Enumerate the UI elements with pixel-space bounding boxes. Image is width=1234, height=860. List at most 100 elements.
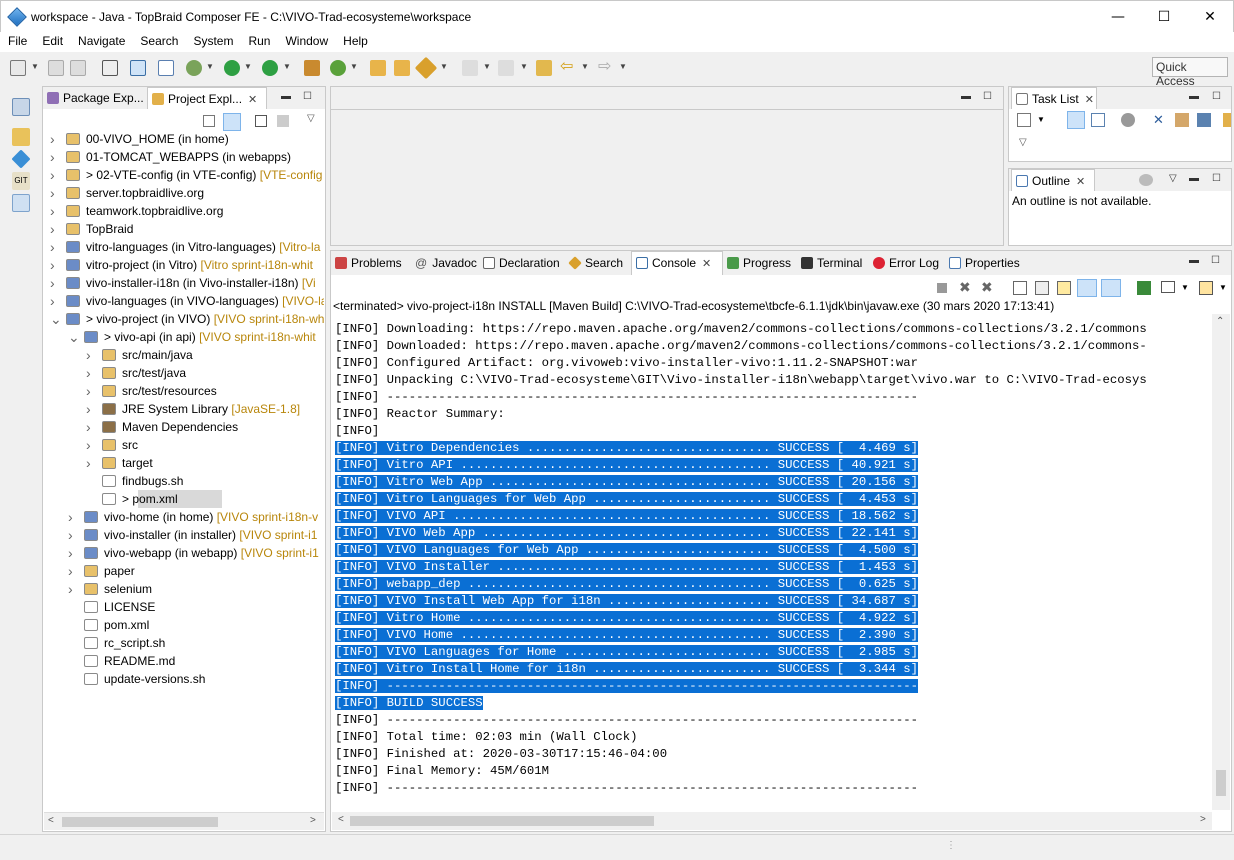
tab-task-list[interactable]: Task List ✕ bbox=[1011, 87, 1097, 109]
chevron-right-icon[interactable]: › bbox=[68, 562, 78, 580]
tab-problems[interactable]: Problems bbox=[335, 252, 402, 274]
collapse-all-icon[interactable] bbox=[203, 115, 215, 127]
scrollbar-thumb[interactable] bbox=[350, 816, 654, 826]
pencil-icon[interactable] bbox=[414, 56, 438, 80]
open-folder-icon[interactable] bbox=[394, 60, 410, 76]
console-view-icon[interactable] bbox=[130, 60, 146, 76]
maximize-view-icon[interactable]: ☐ bbox=[1212, 91, 1221, 102]
minimize-view-icon[interactable]: ▬ bbox=[281, 91, 291, 102]
terminate-icon[interactable] bbox=[937, 283, 947, 293]
chevron-right-icon[interactable]: › bbox=[68, 580, 78, 598]
chevron-right-icon[interactable]: › bbox=[50, 256, 60, 274]
chevron-right-icon[interactable]: › bbox=[50, 130, 60, 148]
tree-item[interactable]: > pom.xml bbox=[102, 490, 222, 508]
tab-package-explorer[interactable]: Package Exp... bbox=[47, 87, 145, 109]
forward-arrow-icon[interactable]: ⇨ bbox=[598, 59, 614, 76]
hide-completed-icon[interactable]: ✕ bbox=[1153, 113, 1167, 127]
focus-icon[interactable] bbox=[1139, 174, 1153, 186]
collapse-icon[interactable] bbox=[1175, 113, 1189, 127]
tree-item[interactable]: README.md bbox=[44, 652, 324, 670]
menu-navigate[interactable]: Navigate bbox=[70, 32, 132, 48]
chevron-right-icon[interactable]: › bbox=[50, 148, 60, 166]
display-selected-console-icon[interactable] bbox=[1161, 281, 1175, 293]
tree-item[interactable]: › vitro-languages (in Vitro-languages) [V… bbox=[44, 238, 324, 256]
editor-maximize-icon[interactable]: ☐ bbox=[983, 91, 992, 102]
tree-item[interactable]: › Maven Dependencies bbox=[44, 418, 324, 436]
tree-item[interactable]: › TopBraid bbox=[44, 220, 324, 238]
remove-all-terminated-icon[interactable]: ✖ bbox=[981, 279, 993, 296]
tree-item[interactable]: › target bbox=[44, 454, 324, 472]
menu-file[interactable]: File bbox=[0, 32, 34, 48]
scroll-right-icon[interactable]: > bbox=[310, 815, 316, 826]
new-class-icon[interactable] bbox=[330, 60, 346, 76]
chevron-down-icon[interactable]: ⌄ bbox=[50, 310, 62, 328]
close-tab-icon[interactable]: ✕ bbox=[1085, 94, 1094, 106]
menu-system[interactable]: System bbox=[185, 32, 240, 48]
chevron-right-icon[interactable]: › bbox=[86, 400, 96, 418]
tree-item[interactable]: › src/test/resources bbox=[44, 382, 324, 400]
menu-window[interactable]: Window bbox=[277, 32, 335, 48]
binary-icon[interactable] bbox=[102, 60, 118, 76]
scrollbar-thumb[interactable] bbox=[62, 817, 218, 827]
chevron-right-icon[interactable]: › bbox=[86, 382, 96, 400]
chevron-right-icon[interactable]: › bbox=[68, 508, 78, 526]
tree-item[interactable]: › vivo-webapp (in webapp) [VIVO sprint-i1 bbox=[44, 544, 324, 562]
chevron-right-icon[interactable]: › bbox=[86, 418, 96, 436]
tree-item[interactable]: LICENSE bbox=[44, 598, 324, 616]
save-icon[interactable] bbox=[48, 60, 64, 76]
scroll-lock-icon[interactable] bbox=[1035, 281, 1049, 295]
tab-console[interactable]: Console ✕ bbox=[631, 251, 723, 275]
scroll-left-icon[interactable]: < bbox=[48, 815, 54, 826]
tree-item[interactable]: › paper bbox=[44, 562, 324, 580]
link-editor-icon[interactable] bbox=[223, 113, 241, 131]
last-edit-icon[interactable] bbox=[536, 60, 552, 76]
back-arrow-icon[interactable]: ⇦ bbox=[560, 59, 576, 76]
next-annotation-icon[interactable] bbox=[462, 60, 478, 76]
tree-item[interactable]: › src/test/java bbox=[44, 364, 324, 382]
chevron-right-icon[interactable]: › bbox=[68, 526, 78, 544]
chevron-right-icon[interactable]: › bbox=[50, 220, 60, 238]
focus-icon[interactable] bbox=[1121, 113, 1135, 127]
word-wrap-icon[interactable] bbox=[1057, 281, 1071, 295]
menu-run[interactable]: Run bbox=[240, 32, 277, 48]
pin-console-icon[interactable] bbox=[1137, 281, 1151, 295]
minimize-view-icon[interactable]: ▬ bbox=[1189, 255, 1199, 266]
menu-search[interactable]: Search bbox=[132, 32, 185, 48]
chevron-right-icon[interactable]: › bbox=[86, 436, 96, 454]
tree-item[interactable]: › vivo-languages (in VIVO-languages) [VIV… bbox=[44, 292, 324, 310]
chevron-right-icon[interactable]: › bbox=[50, 202, 60, 220]
close-tab-icon[interactable]: ✕ bbox=[1076, 176, 1085, 188]
maximize-view-icon[interactable]: ☐ bbox=[303, 91, 312, 102]
tree-item[interactable]: › server.topbraidlive.org bbox=[44, 184, 324, 202]
run-external-tool-icon[interactable] bbox=[262, 60, 278, 76]
new-task-dropdown-icon[interactable]: ▼ bbox=[1037, 115, 1045, 124]
git-perspective-icon[interactable]: GIT bbox=[12, 172, 30, 190]
tree-item[interactable]: update-versions.sh bbox=[44, 670, 324, 688]
close-window-button[interactable]: ✕ bbox=[1187, 1, 1233, 33]
minimize-button[interactable]: — bbox=[1095, 1, 1141, 33]
categorized-icon[interactable] bbox=[1067, 111, 1085, 129]
clear-console-icon[interactable] bbox=[1013, 281, 1027, 295]
tree-item[interactable]: ⌄ > vivo-api (in api) [VIVO sprint-i18n-w… bbox=[44, 328, 324, 346]
previous-annotation-icon[interactable] bbox=[498, 60, 514, 76]
debug-icon[interactable] bbox=[186, 60, 202, 76]
run-icon[interactable] bbox=[224, 60, 240, 76]
chevron-right-icon[interactable]: › bbox=[86, 346, 96, 364]
open-console-icon[interactable] bbox=[1199, 281, 1213, 295]
tree-item[interactable]: › > 02-VTE-config (in VTE-config) [VTE-co… bbox=[44, 166, 324, 184]
synchronize-icon[interactable] bbox=[1197, 113, 1211, 127]
scroll-left-icon[interactable]: < bbox=[338, 814, 344, 825]
tab-progress[interactable]: Progress bbox=[727, 252, 791, 274]
java-perspective-icon[interactable] bbox=[12, 128, 30, 146]
chevron-right-icon[interactable]: › bbox=[50, 166, 60, 184]
chevron-down-icon[interactable]: ⌄ bbox=[68, 328, 80, 346]
console-horizontal-scrollbar[interactable]: < > bbox=[332, 812, 1212, 830]
debug-perspective-icon[interactable] bbox=[12, 194, 30, 212]
tree-item[interactable]: › teamwork.topbraidlive.org bbox=[44, 202, 324, 220]
new-icon[interactable] bbox=[10, 60, 26, 76]
activate-icon[interactable] bbox=[1223, 113, 1231, 127]
tab-declaration[interactable]: Declaration bbox=[483, 252, 560, 274]
lock-icon[interactable] bbox=[277, 115, 289, 127]
save-all-icon[interactable] bbox=[70, 60, 86, 76]
tree-item[interactable]: › vivo-installer (in installer) [VIVO spr… bbox=[44, 526, 324, 544]
